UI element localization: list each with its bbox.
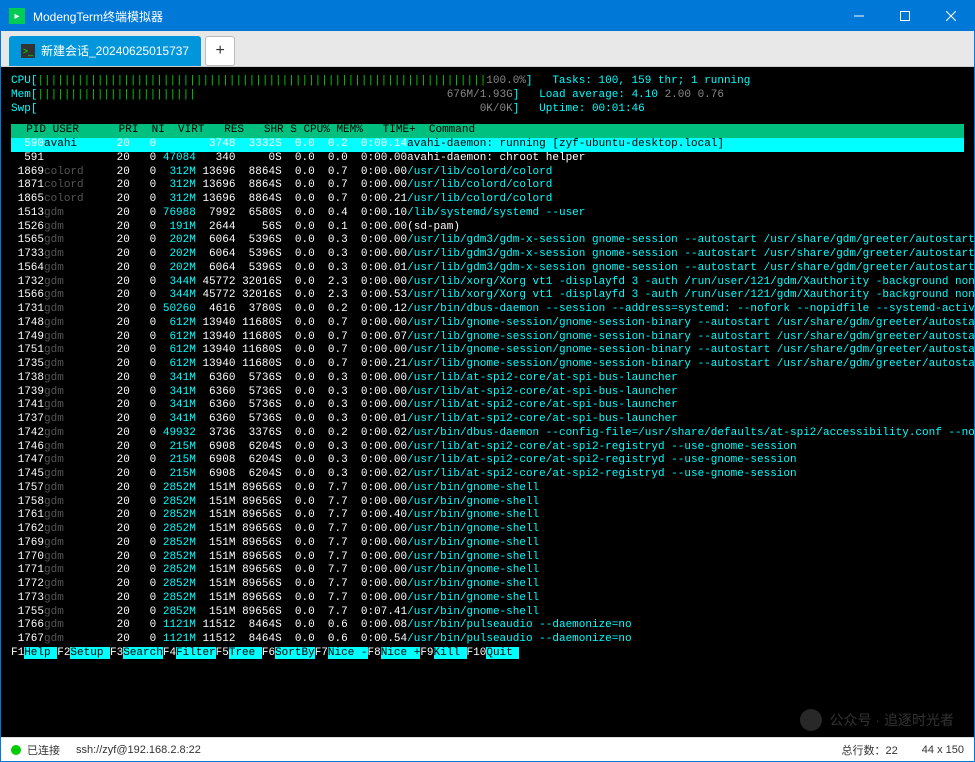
terminal-area[interactable]: CPU[||||||||||||||||||||||||||||||||||||… — [1, 67, 974, 737]
process-header[interactable]: PID USER PRI NI VIRT RES SHR S CPU% MEM%… — [11, 124, 964, 138]
terminal-icon: >_ — [21, 44, 35, 58]
process-list[interactable]: 590 avahi 20 0 47288 3748 3332 S 0.0 0.2… — [11, 138, 964, 647]
connection-status-icon — [11, 745, 21, 755]
add-tab-button[interactable]: + — [205, 36, 235, 66]
cpu-value: 100.0% — [486, 75, 526, 89]
process-row[interactable]: 1769 gdm 20 0 2852M 151M 89656 S 0.0 7.7… — [11, 537, 964, 551]
load-label: Load average: — [539, 89, 631, 103]
tab-bar: >_ 新建会话_20240625015737 + — [1, 31, 974, 67]
mem-value: 676M/1.93G — [447, 89, 513, 103]
process-row[interactable]: 1761 gdm 20 0 2852M 151M 89656 S 0.0 7.7… — [11, 509, 964, 523]
minimize-button[interactable] — [836, 1, 882, 31]
process-row[interactable]: 1733 gdm 20 0 202M 6064 5396 S 0.0 0.3 0… — [11, 248, 964, 262]
process-row[interactable]: 1565 gdm 20 0 202M 6064 5396 S 0.0 0.3 0… — [11, 234, 964, 248]
process-row[interactable]: 1746 gdm 20 0 215M 6908 6204 S 0.0 0.3 0… — [11, 441, 964, 455]
process-row[interactable]: 1766 gdm 20 0 1121M 11512 8464 S 0.0 0.6… — [11, 619, 964, 633]
process-row[interactable]: 1731 gdm 20 0 50260 4616 3780 S 0.0 0.2 … — [11, 303, 964, 317]
ssh-address: ssh://zyf@192.168.2.8:22 — [76, 744, 201, 756]
process-row[interactable]: 1762 gdm 20 0 2852M 151M 89656 S 0.0 7.7… — [11, 523, 964, 537]
meters-panel: CPU[||||||||||||||||||||||||||||||||||||… — [11, 75, 964, 116]
process-row[interactable]: 1770 gdm 20 0 2852M 151M 89656 S 0.0 7.7… — [11, 551, 964, 565]
app-icon: ▸ — [9, 8, 25, 24]
maximize-button[interactable] — [882, 1, 928, 31]
process-row[interactable]: 1742 gdm 20 0 49932 3736 3376 S 0.0 0.2 … — [11, 427, 964, 441]
connection-status: 已连接 — [27, 742, 60, 758]
process-row[interactable]: 1566 gdm 20 0 344M 45772 32016 S 0.0 2.3… — [11, 289, 964, 303]
process-row[interactable]: 1526 gdm 20 0 191M 2644 56 S 0.0 0.1 0:0… — [11, 221, 964, 235]
process-row[interactable]: 1773 gdm 20 0 2852M 151M 89656 S 0.0 7.7… — [11, 592, 964, 606]
tasks-info: Tasks: 100, 159 thr; 1 running — [552, 75, 750, 89]
process-row[interactable]: 1751 gdm 20 0 612M 13940 11680 S 0.0 0.7… — [11, 344, 964, 358]
process-row[interactable]: 1745 gdm 20 0 215M 6908 6204 S 0.0 0.3 0… — [11, 468, 964, 482]
process-row[interactable]: 1748 gdm 20 0 612M 13940 11680 S 0.0 0.7… — [11, 317, 964, 331]
tab-session[interactable]: >_ 新建会话_20240625015737 — [9, 36, 201, 66]
process-row[interactable]: 1732 gdm 20 0 344M 45772 32016 S 0.0 2.3… — [11, 276, 964, 290]
process-row[interactable]: 1513 gdm 20 0 76988 7992 6580 S 0.0 0.4 … — [11, 207, 964, 221]
tab-label: 新建会话_20240625015737 — [41, 42, 189, 59]
process-row[interactable]: 1758 gdm 20 0 2852M 151M 89656 S 0.0 7.7… — [11, 496, 964, 510]
cpu-label: CPU — [11, 75, 31, 89]
process-row[interactable]: 1741 gdm 20 0 341M 6360 5736 S 0.0 0.3 0… — [11, 399, 964, 413]
swp-bar — [37, 103, 479, 117]
line-count: 总行数：22 — [842, 742, 898, 758]
process-row[interactable]: 1747 gdm 20 0 215M 6908 6204 S 0.0 0.3 0… — [11, 454, 964, 468]
process-row[interactable]: 591 20 0 47084 340 0 S 0.0 0.0 0:00.00 a… — [11, 152, 964, 166]
process-row[interactable]: 1737 gdm 20 0 341M 6360 5736 S 0.0 0.3 0… — [11, 413, 964, 427]
process-row[interactable]: 1735 gdm 20 0 612M 13940 11680 S 0.0 0.7… — [11, 358, 964, 372]
statusbar: 已连接 ssh://zyf@192.168.2.8:22 总行数：22 44 x… — [1, 737, 974, 761]
process-row[interactable]: 1755 gdm 20 0 2852M 151M 89656 S 0.0 7.7… — [11, 606, 964, 620]
process-row[interactable]: 1869 colord 20 0 312M 13696 8864 S 0.0 0… — [11, 166, 964, 180]
cpu-bar: ||||||||||||||||||||||||||||||||||||||||… — [37, 75, 486, 89]
process-row[interactable]: 1767 gdm 20 0 1121M 11512 8464 S 0.0 0.6… — [11, 633, 964, 647]
app-window: ▸ ModengTerm终端模拟器 >_ 新建会话_20240625015737… — [0, 0, 975, 762]
process-row[interactable]: 1771 gdm 20 0 2852M 151M 89656 S 0.0 7.7… — [11, 564, 964, 578]
uptime-info: Uptime: 00:01:46 — [539, 103, 645, 117]
process-row[interactable]: 1739 gdm 20 0 341M 6360 5736 S 0.0 0.3 0… — [11, 386, 964, 400]
window-buttons — [836, 1, 974, 31]
function-keys[interactable]: F1Help F2Setup F3SearchF4FilterF5Tree F6… — [11, 647, 964, 661]
swp-value: 0K/0K — [480, 103, 513, 117]
process-row[interactable]: 590 avahi 20 0 47288 3748 3332 S 0.0 0.2… — [11, 138, 964, 152]
mem-label: Mem — [11, 89, 31, 103]
terminal-size: 44 x 150 — [922, 744, 964, 756]
process-row[interactable]: 1738 gdm 20 0 341M 6360 5736 S 0.0 0.3 0… — [11, 372, 964, 386]
process-row[interactable]: 1564 gdm 20 0 202M 6064 5396 S 0.0 0.3 0… — [11, 262, 964, 276]
process-row[interactable]: 1749 gdm 20 0 612M 13940 11680 S 0.0 0.7… — [11, 331, 964, 345]
process-row[interactable]: 1772 gdm 20 0 2852M 151M 89656 S 0.0 7.7… — [11, 578, 964, 592]
titlebar[interactable]: ▸ ModengTerm终端模拟器 — [1, 1, 974, 31]
swp-label: Swp — [11, 103, 31, 117]
process-row[interactable]: 1871 colord 20 0 312M 13696 8864 S 0.0 0… — [11, 179, 964, 193]
mem-bar: |||||||||||||||||||||||| — [37, 89, 446, 103]
close-button[interactable] — [928, 1, 974, 31]
process-row[interactable]: 1865 colord 20 0 312M 13696 8864 S 0.0 0… — [11, 193, 964, 207]
process-row[interactable]: 1757 gdm 20 0 2852M 151M 89656 S 0.0 7.7… — [11, 482, 964, 496]
window-title: ModengTerm终端模拟器 — [33, 8, 836, 25]
